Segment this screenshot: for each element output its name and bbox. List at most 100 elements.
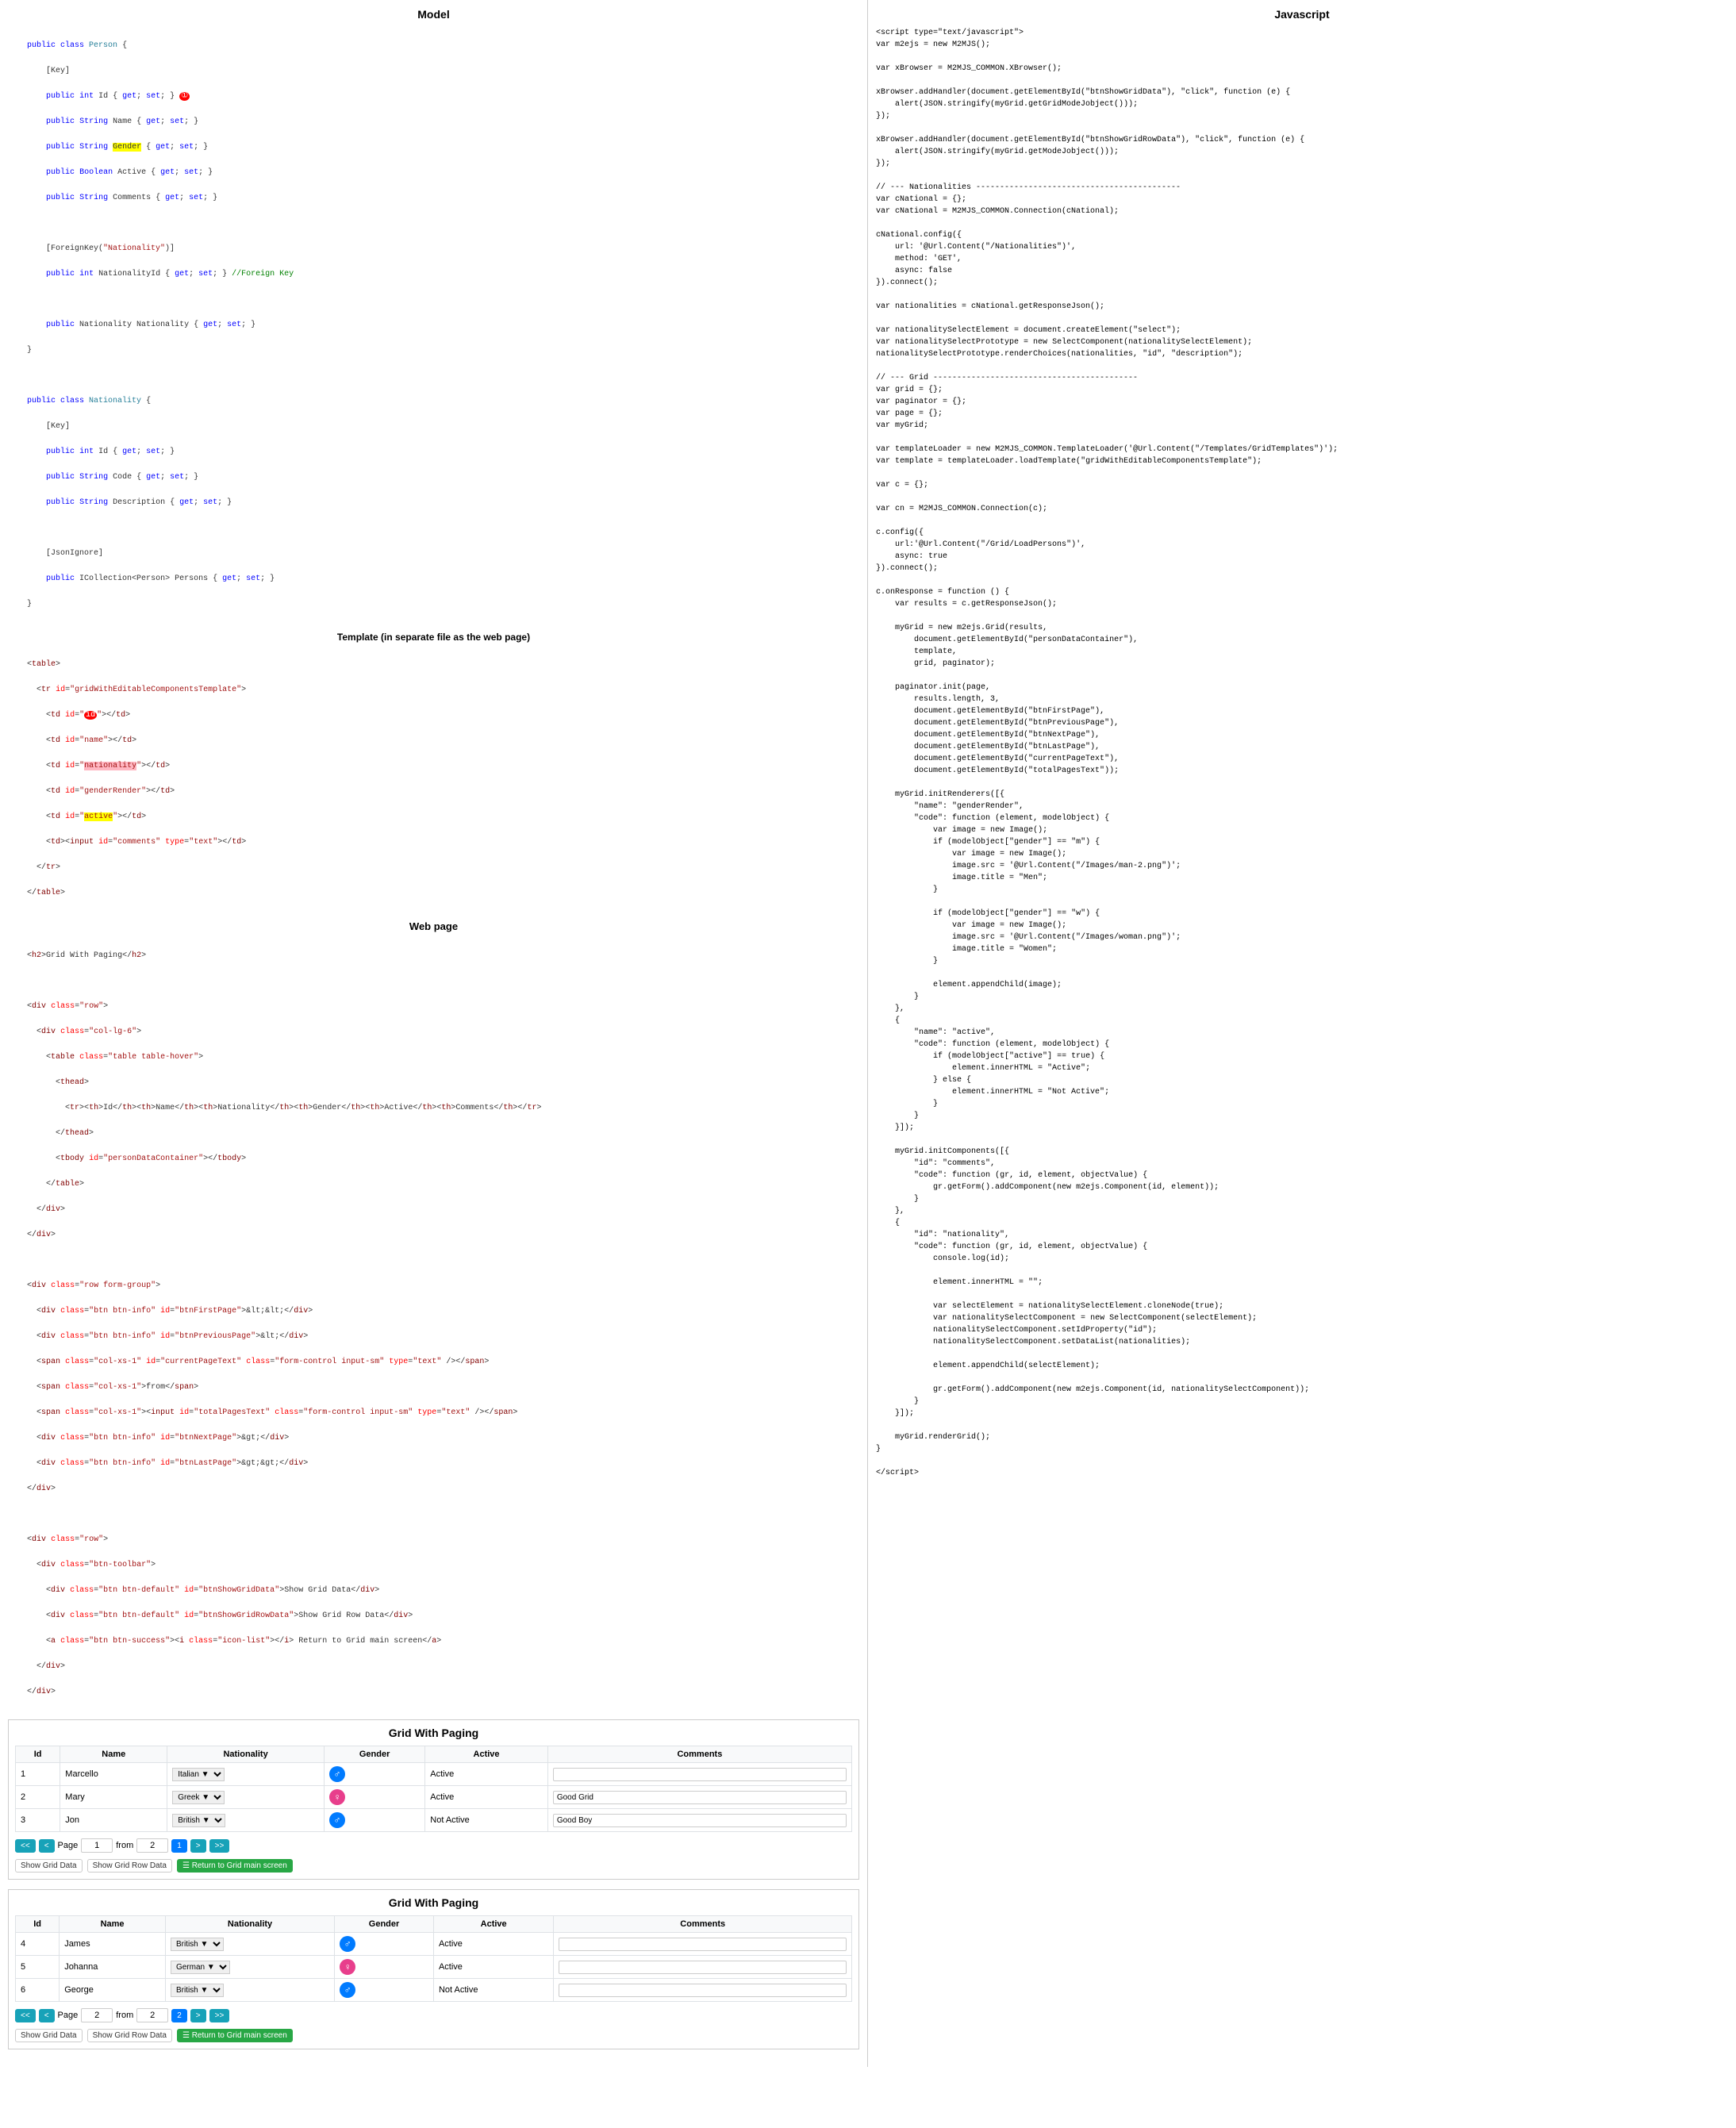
cell-gender: ♀: [335, 1956, 434, 1979]
gender-icon-m: ♂: [329, 1812, 345, 1828]
cell-active: Not Active: [433, 1979, 553, 2002]
show-grid-row-data-button-2[interactable]: Show Grid Row Data: [87, 2029, 172, 2042]
page-num-btn-2[interactable]: 2: [171, 2009, 187, 2022]
cell-comments[interactable]: [554, 1933, 852, 1956]
col-header-comments: Comments: [547, 1746, 851, 1763]
comments-input[interactable]: [559, 1938, 847, 1951]
first-page-button[interactable]: <<: [15, 1839, 36, 1853]
toolbar-row-2: Show Grid Data Show Grid Row Data ☰ Retu…: [15, 2029, 852, 2042]
right-panel: Javascript <script type="text/javascript…: [868, 0, 1736, 2067]
nationality-select[interactable]: British ▼: [171, 1938, 224, 1951]
grid-table-1: Id Name Nationality Gender Active Commen…: [15, 1746, 852, 1832]
prev-page-button-2[interactable]: <: [39, 2009, 55, 2022]
table-row: 1 Marcello Italian ▼ ♂ Active: [16, 1763, 852, 1786]
next-page-btn[interactable]: >: [190, 1839, 206, 1853]
cell-nationality[interactable]: British ▼: [165, 1933, 334, 1956]
table-row: 4 James British ▼ ♂ Active: [16, 1933, 852, 1956]
grid-table-2: Id Name Nationality Gender Active Commen…: [15, 1915, 852, 2002]
cell-gender: ♂: [324, 1763, 424, 1786]
first-page-button-2[interactable]: <<: [15, 2009, 36, 2022]
pagination-row-2: << < Page from 2 > >>: [15, 2008, 852, 2022]
cell-id: 1: [16, 1763, 60, 1786]
show-grid-data-button[interactable]: Show Grid Data: [15, 1859, 83, 1873]
grid-section-2: Grid With Paging Id Name Nationality Gen…: [8, 1889, 859, 2049]
webpage-html-code: <h2>Grid With Paging</h2> <div class="ro…: [8, 937, 859, 1711]
total-pages-input[interactable]: [136, 1838, 168, 1853]
col-header-name: Name: [60, 1746, 167, 1763]
gender-icon-f: ♀: [329, 1789, 345, 1805]
cell-id: 5: [16, 1956, 60, 1979]
template-code: <table> <tr id="gridWithEditableComponen…: [8, 646, 859, 912]
cell-gender: ♀: [324, 1786, 424, 1809]
cell-active: Active: [425, 1786, 548, 1809]
cell-active: Active: [433, 1933, 553, 1956]
cell-name: George: [60, 1979, 166, 2002]
nationality-select[interactable]: Greek ▼: [172, 1791, 225, 1804]
nationality-select[interactable]: Italian ▼: [172, 1768, 225, 1781]
cell-nationality[interactable]: Italian ▼: [167, 1763, 325, 1786]
table-row: 6 George British ▼ ♂ Not Active: [16, 1979, 852, 2002]
nationality-select[interactable]: British ▼: [172, 1814, 225, 1827]
next-page-btn-2[interactable]: >: [190, 2009, 206, 2022]
js-code: <script type="text/javascript"> var m2ej…: [876, 27, 1728, 1479]
cell-nationality[interactable]: Greek ▼: [167, 1786, 325, 1809]
cell-gender: ♂: [335, 1933, 434, 1956]
cell-nationality[interactable]: British ▼: [165, 1979, 334, 2002]
cell-comments[interactable]: [547, 1786, 851, 1809]
cell-id: 3: [16, 1809, 60, 1832]
cell-gender: ♂: [335, 1979, 434, 2002]
comments-input[interactable]: [553, 1768, 847, 1781]
current-page-input-2[interactable]: [81, 2008, 113, 2022]
toolbar-row-1: Show Grid Data Show Grid Row Data ☰ Retu…: [15, 1859, 852, 1873]
prev-page-button[interactable]: <: [39, 1839, 55, 1853]
last-page-button[interactable]: >>: [209, 1839, 230, 1853]
table-row: 2 Mary Greek ▼ ♀ Active: [16, 1786, 852, 1809]
model-title: Model: [8, 8, 859, 21]
show-grid-row-data-button[interactable]: Show Grid Row Data: [87, 1859, 172, 1873]
col-header-gender: Gender: [335, 1916, 434, 1933]
gender-icon-m: ♂: [329, 1766, 345, 1782]
col-header-name: Name: [60, 1916, 166, 1933]
cell-nationality[interactable]: British ▼: [167, 1809, 325, 1832]
comments-input[interactable]: [559, 1984, 847, 1997]
cell-comments[interactable]: [554, 1956, 852, 1979]
cell-name: Mary: [60, 1786, 167, 1809]
last-page-button-2[interactable]: >>: [209, 2009, 230, 2022]
cell-id: 2: [16, 1786, 60, 1809]
grid-section-1: Grid With Paging Id Name Nationality Gen…: [8, 1719, 859, 1880]
cell-comments[interactable]: [547, 1809, 851, 1832]
page-label: Page: [58, 1841, 79, 1850]
cell-nationality[interactable]: German ▼: [165, 1956, 334, 1979]
gender-icon-f: ♀: [340, 1959, 355, 1975]
total-pages-input-2[interactable]: [136, 2008, 168, 2022]
from-label: from: [116, 1841, 133, 1850]
show-grid-data-button-2[interactable]: Show Grid Data: [15, 2029, 83, 2042]
col-header-nationality: Nationality: [167, 1746, 325, 1763]
cell-comments[interactable]: [554, 1979, 852, 2002]
js-title: Javascript: [876, 8, 1728, 21]
cell-name: Johanna: [60, 1956, 166, 1979]
cell-id: 4: [16, 1933, 60, 1956]
nationality-select[interactable]: British ▼: [171, 1984, 224, 1997]
from-label-2: from: [116, 2011, 133, 2020]
webpage-label: Web page: [8, 920, 859, 932]
return-main-button[interactable]: ☰ Return to Grid main screen: [177, 1859, 293, 1873]
next-page-button[interactable]: 1: [171, 1839, 187, 1853]
cell-active: Active: [433, 1956, 553, 1979]
return-main-button-2[interactable]: ☰ Return to Grid main screen: [177, 2029, 293, 2042]
current-page-input[interactable]: [81, 1838, 113, 1853]
template-label: Template (in separate file as the web pa…: [8, 632, 859, 643]
nationality-select[interactable]: German ▼: [171, 1961, 230, 1974]
col-header-id: Id: [16, 1746, 60, 1763]
cell-id: 6: [16, 1979, 60, 2002]
gender-icon-m: ♂: [340, 1982, 355, 1998]
page-label-2: Page: [58, 2011, 79, 2020]
grid-title-1: Grid With Paging: [15, 1727, 852, 1739]
cell-name: Jon: [60, 1809, 167, 1832]
comments-input[interactable]: [559, 1961, 847, 1974]
cell-comments[interactable]: [547, 1763, 851, 1786]
table-row: 3 Jon British ▼ ♂ Not Active: [16, 1809, 852, 1832]
comments-input[interactable]: [553, 1814, 847, 1827]
comments-input[interactable]: [553, 1791, 847, 1804]
cell-name: James: [60, 1933, 166, 1956]
